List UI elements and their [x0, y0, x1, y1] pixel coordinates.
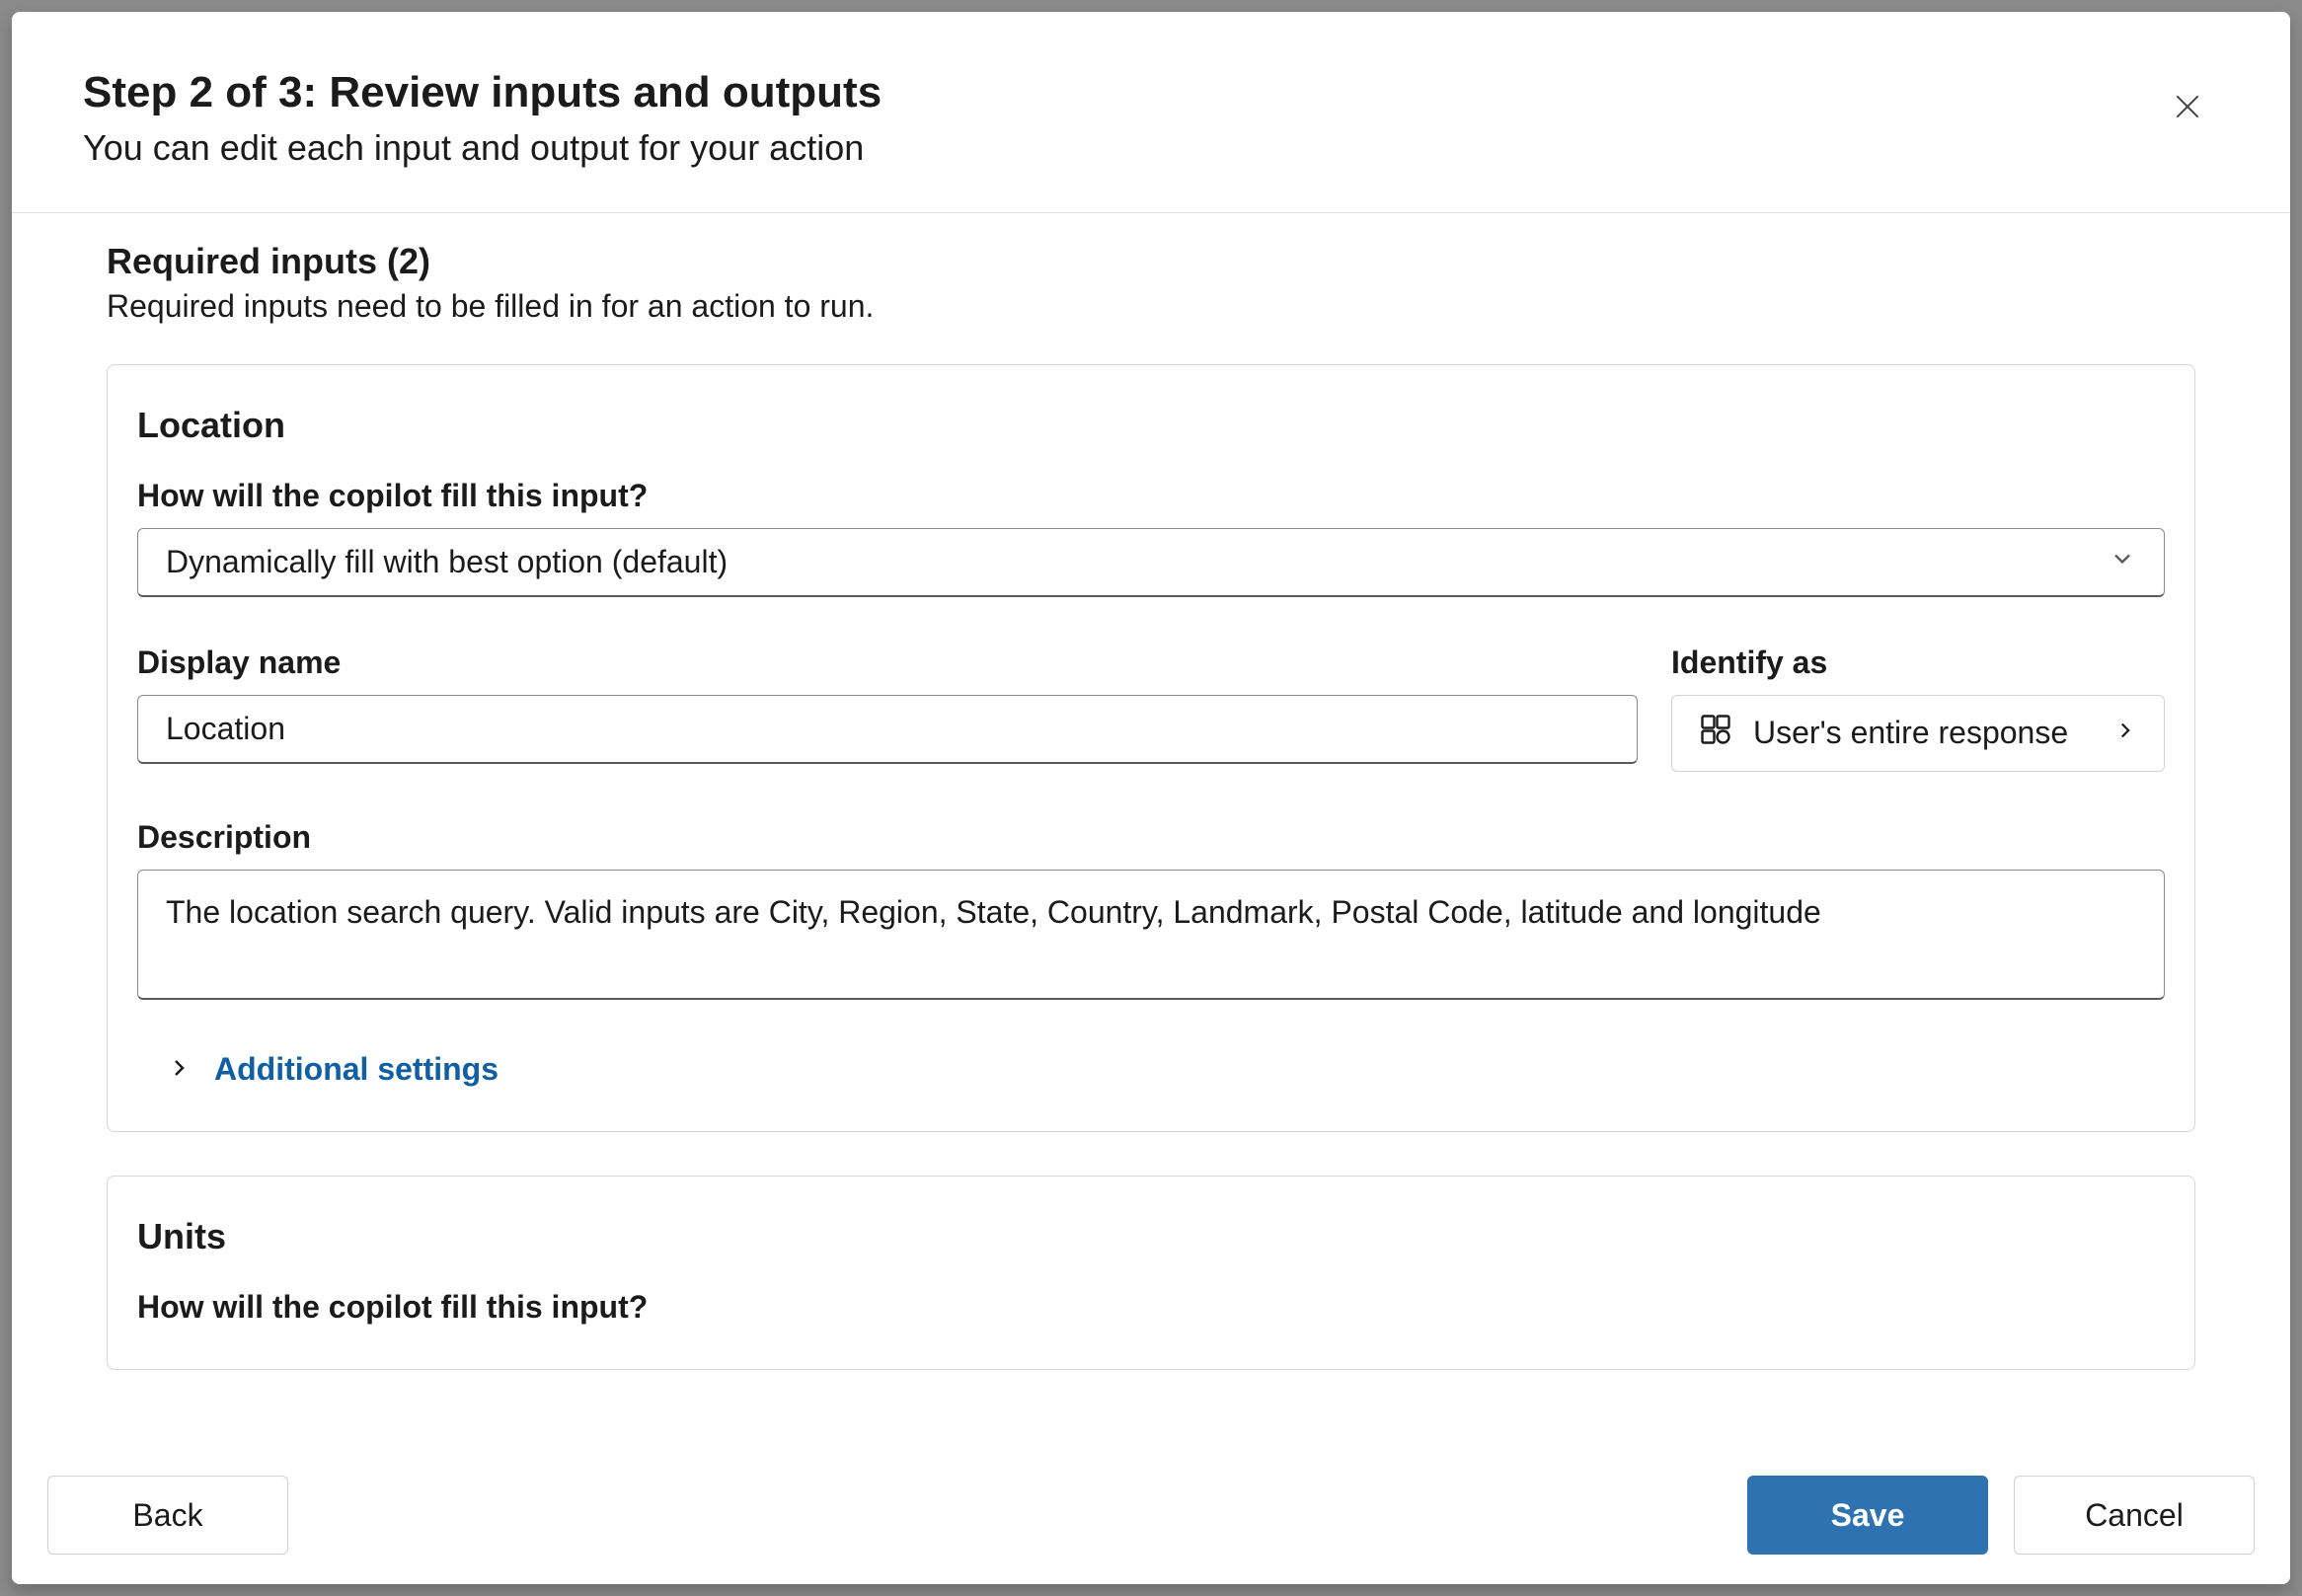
chevron-right-icon [2112, 715, 2138, 751]
dialog-title: Step 2 of 3: Review inputs and outputs [83, 67, 882, 119]
section-title: Required inputs (2) [107, 241, 2195, 282]
fill-method-label: How will the copilot fill this input? [137, 1289, 2165, 1326]
section-subtitle: Required inputs need to be filled in for… [107, 288, 2195, 325]
header-text-block: Step 2 of 3: Review inputs and outputs Y… [83, 67, 882, 169]
close-button[interactable] [2156, 75, 2219, 141]
dialog-body: Required inputs (2) Required inputs need… [12, 213, 2290, 1446]
dialog: Step 2 of 3: Review inputs and outputs Y… [12, 12, 2290, 1584]
fill-method-value: Dynamically fill with best option (defau… [166, 544, 728, 580]
entity-icon [1698, 712, 1733, 755]
display-name-label: Display name [137, 645, 1638, 681]
fill-method-label: How will the copilot fill this input? [137, 478, 2165, 514]
cancel-button[interactable]: Cancel [2014, 1476, 2255, 1555]
description-textarea[interactable] [137, 870, 2165, 1001]
dialog-subtitle: You can edit each input and output for y… [83, 127, 882, 169]
display-name-input[interactable] [137, 695, 1638, 764]
back-button-label: Back [132, 1497, 202, 1534]
save-button-label: Save [1831, 1497, 1905, 1534]
identify-as-value: User's entire response [1753, 715, 2093, 751]
input-card-units: Units How will the copilot fill this inp… [107, 1176, 2195, 1370]
fill-method-dropdown[interactable]: Dynamically fill with best option (defau… [137, 528, 2165, 597]
additional-settings-toggle[interactable]: Additional settings [137, 1051, 2165, 1088]
close-icon [2172, 111, 2203, 125]
chevron-down-icon [2109, 544, 2136, 580]
input-card-location: Location How will the copilot fill this … [107, 364, 2195, 1133]
identify-as-button[interactable]: User's entire response [1671, 695, 2165, 772]
chevron-right-icon [167, 1051, 191, 1088]
section-header: Required inputs (2) Required inputs need… [107, 241, 2195, 325]
dialog-footer: Back Save Cancel [12, 1446, 2290, 1584]
back-button[interactable]: Back [47, 1476, 288, 1555]
additional-settings-label: Additional settings [214, 1051, 499, 1088]
card-title: Location [137, 405, 2165, 446]
identify-as-label: Identify as [1671, 645, 2165, 681]
card-title: Units [137, 1216, 2165, 1257]
save-button[interactable]: Save [1747, 1476, 1988, 1555]
dialog-header: Step 2 of 3: Review inputs and outputs Y… [12, 12, 2290, 213]
cancel-button-label: Cancel [2085, 1497, 2184, 1534]
description-label: Description [137, 819, 2165, 856]
